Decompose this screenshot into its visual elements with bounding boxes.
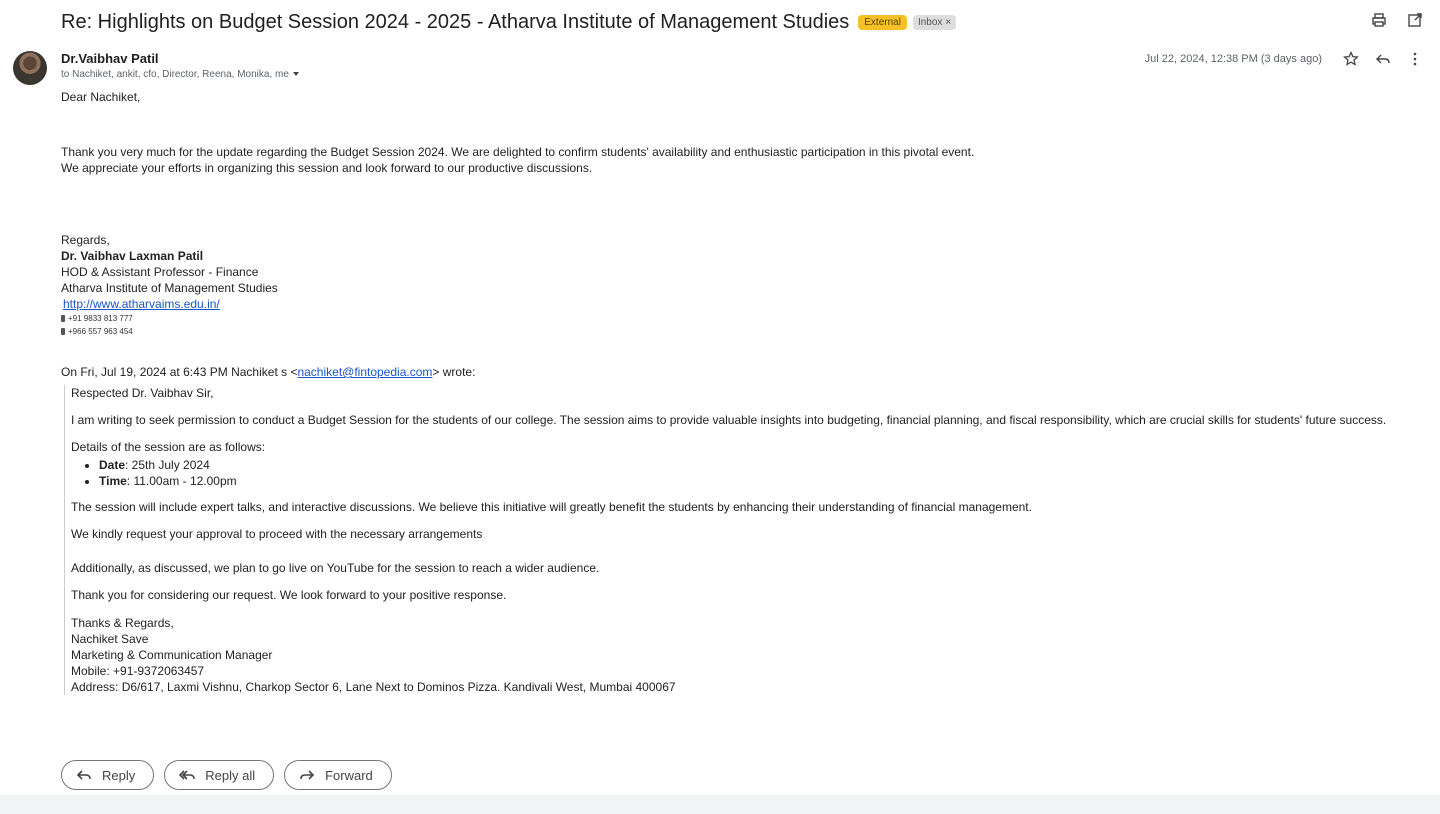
quote-salutation: Respected Dr. Vaibhav Sir, [71,386,214,400]
signature-name: Dr. Vaibhav Laxman Patil [61,249,204,263]
message-body: Dear Nachiket, Thank you very much for t… [61,89,1391,695]
avatar[interactable] [13,51,47,85]
detail-label-time: Time [99,474,127,488]
forward-button[interactable]: Forward [284,760,392,790]
phone-icon [61,315,65,323]
reply-actions: Reply Reply all Forward [61,760,392,790]
quote-signature-4: Mobile: +91-9372063457 [71,664,205,678]
session-details-list: Date: 25th July 2024 Time: 11.00am - 12.… [99,457,1391,489]
quote-signature-1: Thanks & Regards, [71,616,174,630]
signature-title: HOD & Assistant Professor - Finance [61,265,259,279]
label-external[interactable]: External [858,14,907,30]
quote-sender-email[interactable]: nachiket@fintopedia.com [297,365,432,379]
phone-line-1: +91 9833 813 777 [61,312,1391,325]
detail-value-time: : 11.00am - 12.00pm [126,474,237,488]
signature: Regards, Dr. Vaibhav Laxman Patil HOD & … [61,232,1391,338]
quote-intro-pre: On Fri, Jul 19, 2024 at 6:43 PM Nachiket… [61,365,298,379]
reply-icon [76,770,91,780]
quote-paragraph-3: The session will include expert talks, a… [71,500,1032,514]
reply-button[interactable]: Reply [61,760,155,790]
regards-text: Regards, [61,233,110,247]
forward-label: Forward [325,767,373,783]
phone-icon [61,328,65,336]
quote-attribution: On Fri, Jul 19, 2024 at 6:43 PM Nachiket… [61,364,1391,380]
message-date: Jul 22, 2024, 12:38 PM (3 days ago) [1144,53,1322,65]
message-meta: Jul 22, 2024, 12:38 PM (3 days ago) [1145,50,1424,68]
more-options-icon[interactable] [1406,50,1424,68]
chevron-down-icon[interactable] [292,72,299,77]
phone-2: +966 557 963 454 [68,327,133,336]
quote-paragraph-6: Thank you for considering our request. W… [71,588,507,602]
reply-icon[interactable] [1374,50,1392,68]
reply-all-icon [179,770,196,780]
list-item: Time: 11.00am - 12.00pm [99,473,1391,489]
label-inbox[interactable]: Inbox × [912,14,957,30]
reply-label: Reply [102,767,136,783]
body-line-1: Thank you very much for the update regar… [61,145,975,159]
email-subject: Re: Highlights on Budget Session 2024 - … [61,10,850,33]
quote-signature-5: Address: D6/617, Laxmi Vishnu, Charkop S… [71,680,676,694]
recipients-line[interactable]: to Nachiket, ankit, cfo, Director, Reena… [61,69,299,80]
quote-paragraph-5: Additionally, as discussed, we plan to g… [71,561,600,575]
phone-1: +91 9833 813 777 [68,314,133,323]
open-in-new-window-icon[interactable] [1406,11,1424,29]
label-inbox-text: Inbox [917,16,943,28]
quote-paragraph-4: We kindly request your approval to proce… [71,527,483,541]
quote-intro-post: > wrote: [432,365,476,379]
list-item: Date: 25th July 2024 [99,457,1391,473]
forward-icon [300,770,315,780]
signature-url[interactable]: http://www.atharvaims.edu.in/ [63,297,220,311]
quote-signature-3: Marketing & Communication Manager [71,648,273,662]
remove-label-button[interactable]: × [945,17,951,28]
body-line-2: We appreciate your efforts in organizing… [61,161,593,175]
signature-org: Atharva Institute of Management Studies [61,281,278,295]
print-icon[interactable] [1370,11,1388,29]
sender-name[interactable]: Dr.Vaibhav Patil [61,51,159,66]
bottom-bar [0,795,1440,814]
detail-label-date: Date [99,458,126,472]
quote-paragraph-2: Details of the session are as follows: [71,440,266,454]
quoted-message: Respected Dr. Vaibhav Sir, I am writing … [64,385,1391,695]
quote-signature-2: Nachiket Save [71,632,149,646]
phone-line-2: +966 557 963 454 [61,325,1391,338]
subject-row: Re: Highlights on Budget Session 2024 - … [61,9,1440,35]
top-icons [1370,11,1424,29]
quote-paragraph-1: I am writing to seek permission to condu… [71,413,1387,427]
reply-all-label: Reply all [205,767,256,783]
detail-value-date: : 25th July 2024 [125,458,210,472]
recipients-text: to Nachiket, ankit, cfo, Director, Reena… [61,69,289,80]
star-icon[interactable] [1342,50,1360,68]
reply-all-button[interactable]: Reply all [164,760,275,790]
greeting: Dear Nachiket, [61,90,141,104]
